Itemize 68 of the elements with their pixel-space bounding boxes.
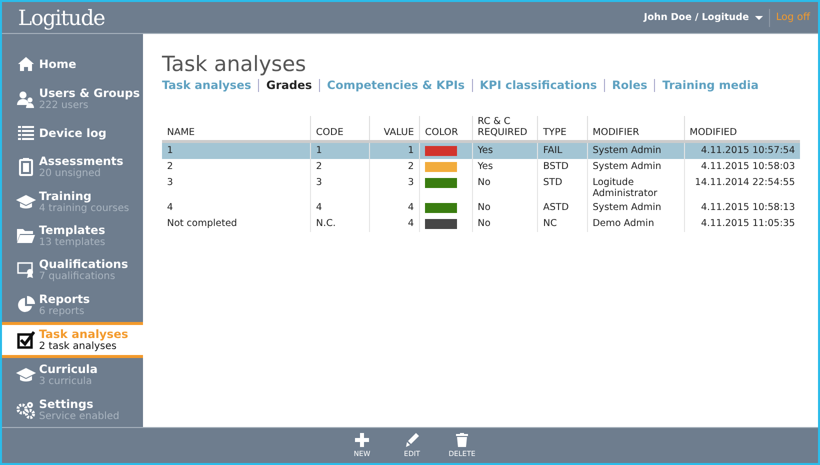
table-cell: No (472, 216, 538, 232)
graduation-cap-icon (16, 194, 36, 209)
table-cell: Logitude Administrator (587, 175, 684, 200)
table-cell: System Admin (587, 200, 684, 216)
trash-icon (456, 433, 468, 447)
table-cell: 4 (369, 216, 420, 232)
table-row[interactable]: 1 1 1 Yes FAIL System Admin 4.11.2015 10:57:54 (162, 142, 800, 159)
table-cell: 2 (310, 159, 370, 175)
clipboard-icon (18, 158, 32, 176)
sidebar-item[interactable]: Templates 13 templates (2, 218, 143, 254)
sidebar-item[interactable]: Reports 6 reports (2, 288, 143, 322)
table-row[interactable]: 4 4 4 No ASTD System Admin 4.11.2015 10:58:13 (162, 200, 800, 216)
table-cell: STD (538, 175, 588, 200)
logo: Logitude (18, 6, 105, 30)
user-menu[interactable]: John Doe / Logitude (644, 12, 763, 23)
table-cell: BSTD (538, 159, 588, 175)
sidebar-item[interactable]: Curricula 3 curricula (2, 358, 143, 393)
sidebar-item[interactable]: Assessments 20 unsigned (2, 150, 143, 184)
sidebar-item[interactable]: Settings Service enabled (2, 392, 143, 428)
table-cell: 4.11.2015 10:58:03 (684, 159, 800, 175)
page-title: Task analyses (162, 52, 308, 76)
sidebar-item[interactable]: Qualifications 7 qualifications (2, 253, 143, 288)
table-cell: NC (538, 216, 588, 232)
checkbox-icon (16, 331, 34, 350)
table-cell: ASTD (538, 200, 588, 216)
home-icon (16, 56, 34, 72)
table-cell: System Admin (587, 159, 684, 175)
table-cell: Demo Admin (587, 216, 684, 232)
table-cell: 4 (310, 200, 370, 216)
graduation-cap-icon (16, 368, 36, 382)
tab[interactable]: Grades (258, 79, 320, 92)
table-cell: 3 (162, 175, 311, 200)
caret-icon (754, 16, 763, 20)
tab[interactable]: Task analyses (162, 79, 258, 92)
table-cell: 4 (369, 200, 420, 216)
sidebar-item[interactable]: Training 4 training courses (2, 184, 143, 219)
sidebar-item[interactable]: Device log (2, 116, 143, 150)
certificate-icon (16, 262, 34, 278)
tab[interactable]: Roles (604, 79, 654, 92)
table-cell: 2 (369, 159, 420, 175)
sidebar-item[interactable]: Users & Groups 222 users (2, 81, 143, 116)
table-row[interactable]: 3 3 3 No STD Logitude Administrator 14.11.2014 22:54:55 (162, 175, 800, 200)
table-cell: N.C. (310, 216, 370, 232)
table-cell: 3 (369, 175, 420, 200)
table-cell: No (472, 175, 538, 200)
folder-icon (16, 228, 34, 244)
table-row[interactable]: 2 2 2 Yes BSTD System Admin 4.11.2015 10:58:03 (162, 159, 800, 175)
users-icon (16, 90, 34, 108)
table-cell: 4.11.2015 11:05:35 (684, 216, 800, 232)
table-cell: No (472, 200, 538, 216)
tab[interactable]: KPI classifications (472, 79, 604, 92)
table-cell: 14.11.2014 22:54:55 (684, 175, 800, 200)
table-cell: 3 (310, 175, 370, 200)
table-cell: Yes (472, 159, 538, 175)
list-icon (18, 126, 34, 140)
pie-chart-icon (16, 296, 34, 314)
pencil-icon (405, 433, 419, 447)
plus-icon (355, 433, 369, 447)
gears-icon (16, 400, 36, 419)
tab[interactable]: Training media (654, 79, 766, 92)
table-row[interactable]: Not completed N.C. 4 No NC Demo Admin 4.11.2015 11:05:35 (162, 216, 800, 232)
sidebar-item[interactable]: Home (2, 47, 143, 82)
sidebar-item[interactable]: Task analyses 2 task analyses (2, 322, 143, 358)
table-cell: Not completed (162, 216, 311, 232)
table-cell: 2 (162, 159, 311, 175)
tab[interactable]: Competencies & KPIs (319, 79, 472, 92)
table-cell: 4.11.2015 10:58:13 (684, 200, 800, 216)
table-cell: 4 (162, 200, 311, 216)
